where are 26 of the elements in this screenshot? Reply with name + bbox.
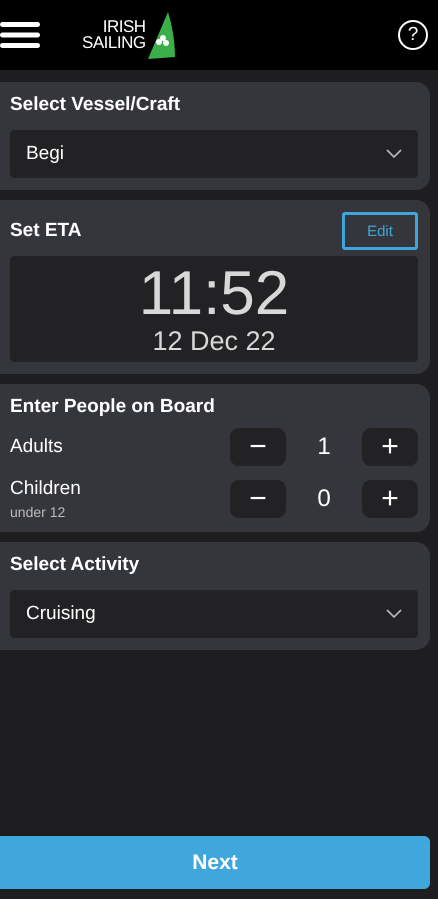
row-label: Children: [10, 478, 82, 500]
plus-button[interactable]: +: [362, 480, 418, 518]
row-sublabel: under 12: [10, 504, 66, 520]
section-title: Set ETA: [10, 220, 82, 242]
sail-logo-icon: [146, 11, 176, 59]
section-title: Select Vessel/Craft: [10, 94, 182, 116]
edit-button[interactable]: Edit: [342, 212, 418, 250]
help-button[interactable]: ?: [398, 20, 428, 50]
section-title: Select Activity: [10, 554, 140, 576]
chevron-icon: [386, 149, 402, 159]
dropdown-field[interactable]: Begi: [10, 130, 418, 178]
count-value: 1: [316, 433, 332, 461]
eta-date: 12 Dec 22: [152, 326, 276, 356]
dropdown-field[interactable]: Cruising: [10, 590, 418, 638]
plus-button[interactable]: +: [362, 428, 418, 466]
eta-time: 11:52: [138, 262, 290, 326]
row-label: Adults: [10, 436, 64, 458]
dropdown-value: Cruising: [26, 603, 96, 625]
count-value: 0: [316, 485, 332, 513]
section-title: Enter People on Board: [10, 396, 216, 418]
dropdown-value: Begi: [26, 143, 64, 165]
minus-button[interactable]: −: [230, 428, 286, 466]
minus-button[interactable]: −: [230, 480, 286, 518]
logo-text: IRISH SAILING: [82, 19, 146, 51]
chevron-icon: [386, 609, 402, 619]
menu-icon[interactable]: [0, 20, 40, 50]
